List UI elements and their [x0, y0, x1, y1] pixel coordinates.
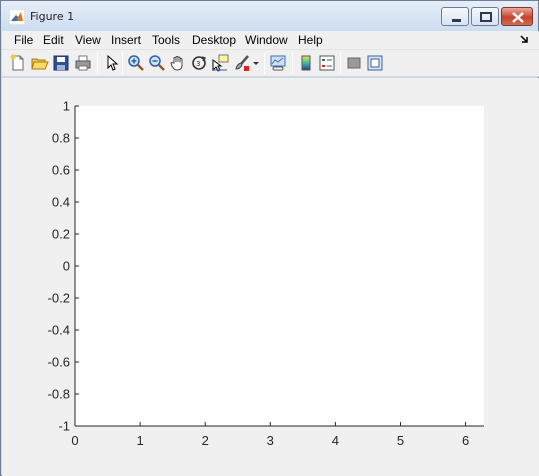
menu-file[interactable]: File: [14, 33, 33, 47]
y-tick-label: -1: [58, 419, 70, 434]
maximize-icon: [480, 12, 492, 22]
menu-bar: File Edit View Insert Tools Desktop Wind…: [2, 31, 539, 50]
link-plot-icon[interactable]: [269, 54, 287, 72]
svg-text:3: 3: [196, 60, 200, 68]
toolbar-separator: [97, 53, 98, 74]
dock-arrow-icon[interactable]: [520, 34, 530, 44]
x-tick-label: 6: [462, 433, 469, 448]
menu-desktop[interactable]: Desktop: [192, 33, 236, 47]
figure-window: Figure 1 File Edit View Insert Tools Des…: [0, 0, 539, 476]
figure-canvas: 1 0.8 0.6 0.4 0.2 0 -0.2 -0.4 -0.6 -0.8 -1 0 1 2 3 4 5 6: [2, 78, 539, 476]
toolbar-separator: [264, 53, 265, 74]
toolbar-separator: [122, 53, 123, 74]
y-tick-label: -0.6: [48, 355, 70, 370]
matlab-icon: [9, 9, 25, 25]
y-tick-label: -0.4: [48, 323, 70, 338]
y-tick-label: 0: [63, 259, 70, 274]
y-tick-label: 0.4: [52, 195, 70, 210]
y-tick-label: 0.2: [52, 227, 70, 242]
pointer-icon[interactable]: [103, 54, 121, 72]
zoom-in-icon[interactable]: [127, 54, 145, 72]
pan-hand-icon[interactable]: [169, 54, 187, 72]
menu-view[interactable]: View: [75, 33, 101, 47]
menu-tools[interactable]: Tools: [152, 33, 180, 47]
menu-help[interactable]: Help: [298, 33, 323, 47]
menu-window[interactable]: Window: [245, 33, 288, 47]
open-file-icon[interactable]: [31, 54, 49, 72]
new-figure-icon[interactable]: [9, 54, 27, 72]
zoom-out-icon[interactable]: [148, 54, 166, 72]
title-bar[interactable]: Figure 1: [1, 1, 538, 31]
brush-icon[interactable]: [233, 54, 251, 72]
minimize-button[interactable]: [441, 7, 469, 26]
menu-edit[interactable]: Edit: [43, 33, 64, 47]
hide-plot-tools-icon[interactable]: [345, 54, 363, 72]
print-icon[interactable]: [74, 54, 92, 72]
menu-insert[interactable]: Insert: [111, 33, 141, 47]
x-tick-label: 4: [332, 433, 339, 448]
toolbar-separator: [292, 53, 293, 74]
data-cursor-icon[interactable]: [211, 54, 229, 72]
close-button[interactable]: [501, 7, 533, 26]
save-icon[interactable]: [52, 54, 70, 72]
y-tick-label: -0.2: [48, 291, 70, 306]
x-tick-label: 2: [202, 433, 209, 448]
brush-dropdown-icon[interactable]: [252, 54, 260, 72]
y-tick-label: -0.8: [48, 387, 70, 402]
x-tick-label: 0: [71, 433, 78, 448]
plot-area[interactable]: 10.80.60.40.20-0.2-0.4-0.6-0.8-10 1 2 3 4 5 6: [2, 78, 539, 476]
toolbar-separator: [340, 53, 341, 74]
minimize-icon: [452, 19, 461, 22]
legend-icon[interactable]: [318, 54, 336, 72]
y-tick-label: 1: [63, 99, 70, 114]
x-tick-label: 1: [136, 433, 143, 448]
close-icon: [512, 12, 524, 23]
axes-background: [75, 106, 484, 426]
colorbar-icon[interactable]: [297, 54, 315, 72]
show-plot-tools-icon[interactable]: [366, 54, 384, 72]
y-tick-label: 0.8: [52, 131, 70, 146]
y-tick-label: 0.6: [52, 163, 70, 178]
x-tick-label: 3: [267, 433, 274, 448]
window-title: Figure 1: [30, 10, 75, 23]
maximize-button[interactable]: [471, 7, 499, 26]
rotate-3d-icon[interactable]: 3: [190, 54, 208, 72]
x-tick-label: 5: [397, 433, 404, 448]
figure-toolbar: 3: [2, 50, 539, 77]
